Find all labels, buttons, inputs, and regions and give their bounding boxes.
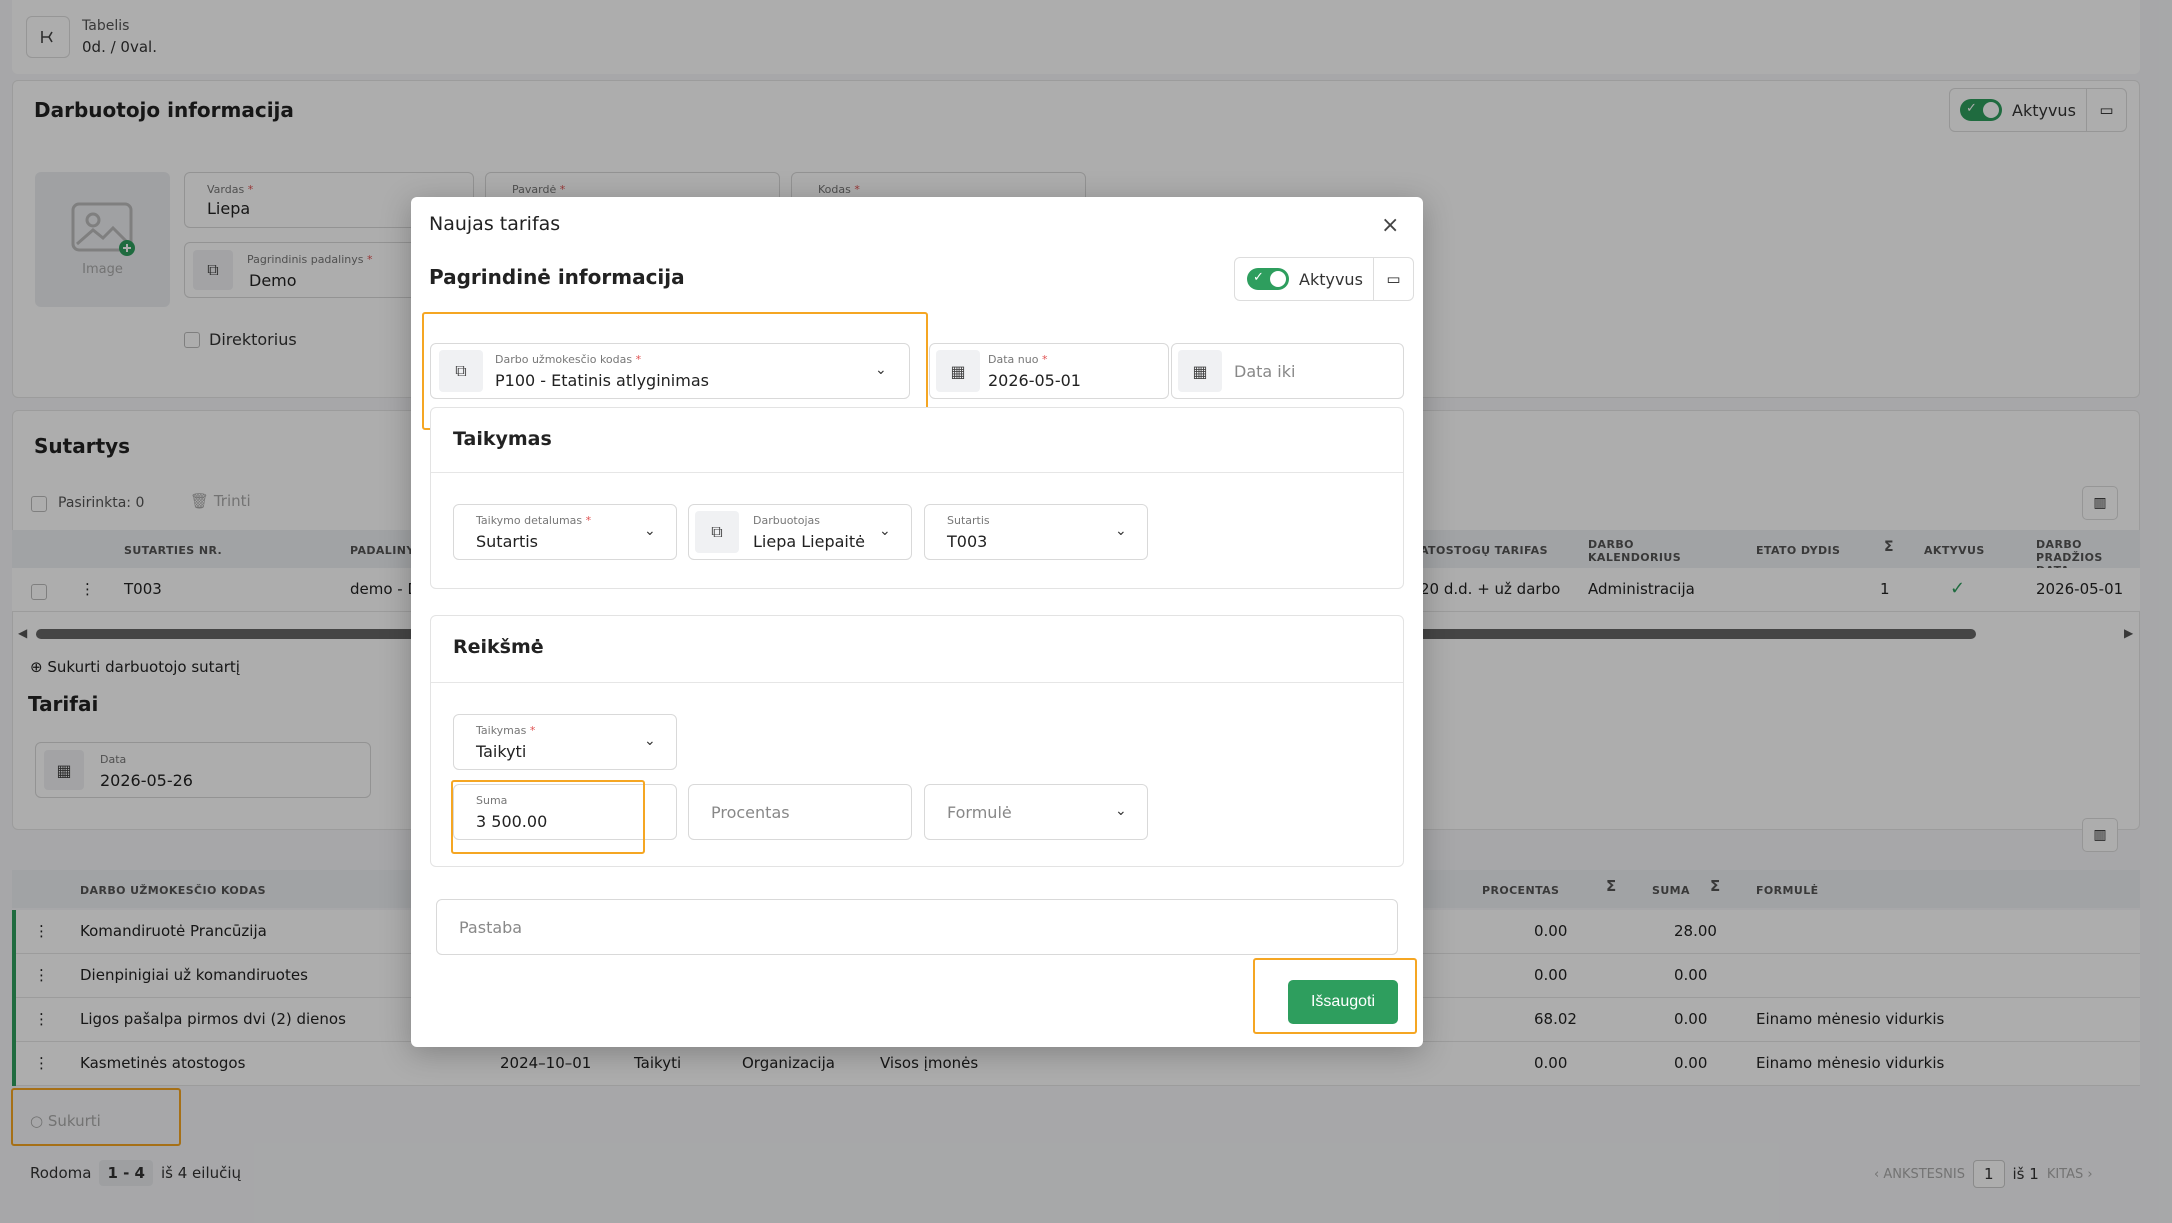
open-link-icon[interactable]: ⧉ — [439, 350, 483, 392]
value-title: Reikšmė — [453, 636, 544, 658]
contract-value: T003 — [947, 532, 988, 551]
application-title: Taikymas — [453, 428, 552, 450]
formula-select[interactable]: Formulė ⌄ — [924, 784, 1148, 840]
date-from-value: 2026-05-01 — [988, 371, 1081, 390]
date-to-field[interactable]: ▦ Data iki — [1171, 343, 1404, 399]
note-input[interactable]: Pastaba — [436, 899, 1398, 955]
open-link-icon[interactable]: ⧉ — [695, 511, 739, 553]
chevron-down-icon: ⌄ — [644, 523, 656, 539]
sum-value: 3 500.00 — [476, 812, 548, 831]
sum-label: Suma — [476, 794, 508, 807]
apply-value: Taikyti — [476, 742, 527, 761]
sum-input[interactable]: Suma 3 500.00 — [453, 784, 677, 840]
application-detail-label: Taikymo detalumas — [476, 514, 583, 527]
date-from-label: Data nuo — [988, 353, 1039, 366]
section-divider — [431, 682, 1403, 683]
percent-input[interactable]: Procentas — [688, 784, 912, 840]
contract-label: Sutartis — [947, 514, 990, 527]
date-to-placeholder: Data iki — [1234, 362, 1296, 381]
chevron-down-icon: ⌄ — [644, 733, 656, 749]
employee-label: Darbuotojas — [753, 514, 820, 527]
employee-select[interactable]: ⧉ Darbuotojas Liepa Liepaitė ⌄ — [688, 504, 912, 560]
apply-label: Taikymas — [476, 724, 527, 737]
contract-select[interactable]: Sutartis T003 ⌄ — [924, 504, 1148, 560]
pay-code-label: Darbo užmokesčio kodas — [495, 353, 633, 366]
pay-code-value: P100 - Etatinis atlyginimas — [495, 371, 709, 390]
chevron-down-icon: ⌄ — [879, 523, 891, 539]
pay-code-select[interactable]: ⧉ Darbo užmokesčio kodas * P100 - Etatin… — [430, 343, 910, 399]
tarif-active-toggle-group: ✓ Aktyvus ▭ — [1234, 257, 1414, 301]
employee-value: Liepa Liepaitė — [753, 532, 865, 551]
date-from-field[interactable]: ▦ Data nuo * 2026-05-01 — [929, 343, 1169, 399]
application-section: Taikymas Taikymo detalumas * Sutartis ⌄ … — [430, 407, 1404, 589]
chevron-down-icon: ⌄ — [875, 362, 887, 378]
application-detail-select[interactable]: Taikymo detalumas * Sutartis ⌄ — [453, 504, 677, 560]
application-detail-value: Sutartis — [476, 532, 539, 551]
chevron-down-icon: ⌄ — [1115, 523, 1127, 539]
close-icon[interactable]: × — [1381, 213, 1399, 238]
chevron-down-icon: ⌄ — [1115, 803, 1127, 819]
note-placeholder: Pastaba — [459, 918, 523, 937]
new-tarif-modal: Naujas tarifas × Pagrindinė informacija … — [411, 197, 1423, 1047]
calendar-icon[interactable]: ▦ — [1178, 350, 1222, 392]
formula-placeholder: Formulė — [947, 803, 1012, 822]
section-divider — [431, 472, 1403, 473]
calendar-icon[interactable]: ▦ — [936, 350, 980, 392]
tarif-active-toggle[interactable]: ✓ — [1247, 268, 1289, 290]
modal-title: Naujas tarifas — [429, 213, 561, 235]
save-button[interactable]: Išsaugoti — [1288, 980, 1398, 1024]
apply-select[interactable]: Taikymas * Taikyti ⌄ — [453, 714, 677, 770]
calendar-icon[interactable]: ▭ — [1372, 258, 1413, 300]
percent-placeholder: Procentas — [711, 803, 790, 822]
main-info-title: Pagrindinė informacija — [429, 265, 685, 289]
value-section: Reikšmė Taikymas * Taikyti ⌄ Suma 3 500.… — [430, 615, 1404, 867]
tarif-active-label: Aktyvus — [1299, 269, 1363, 289]
